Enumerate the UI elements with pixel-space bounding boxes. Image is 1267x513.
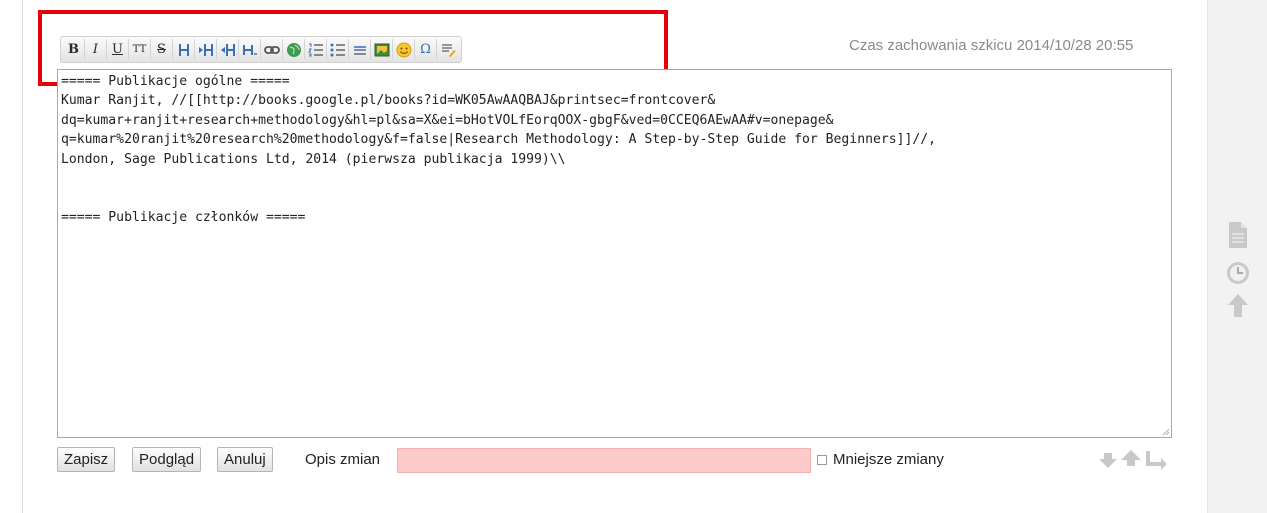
summary-label: Opis zmian [305,451,381,468]
clock-icon[interactable] [1227,262,1249,284]
minor-edit-label: Mniejsze zmiany [833,451,944,468]
side-tool-icons [1227,222,1249,317]
left-border [22,0,23,513]
editor-nav-arrows [1100,450,1167,470]
cancel-button[interactable]: Anuluj [217,447,273,472]
document-icon[interactable] [1229,222,1247,248]
save-button[interactable]: Zapisz [57,447,116,472]
summary-input[interactable] [397,448,811,473]
arrow-up-icon[interactable] [1228,294,1248,317]
wiki-text-editor[interactable]: ===== Publikacje ogólne ===== Kumar Ranj… [57,69,1172,438]
resize-grip-icon[interactable] [1160,426,1170,436]
arrow-up-icon[interactable] [1121,450,1141,466]
preview-button[interactable]: Podgląd [132,447,202,472]
arrow-down-icon[interactable] [1100,453,1117,468]
draft-save-time: Czas zachowania szkicu 2014/10/28 20:55 [849,37,1134,54]
arrow-enter-icon[interactable] [1146,451,1167,470]
minor-edit-checkbox[interactable] [817,455,827,465]
